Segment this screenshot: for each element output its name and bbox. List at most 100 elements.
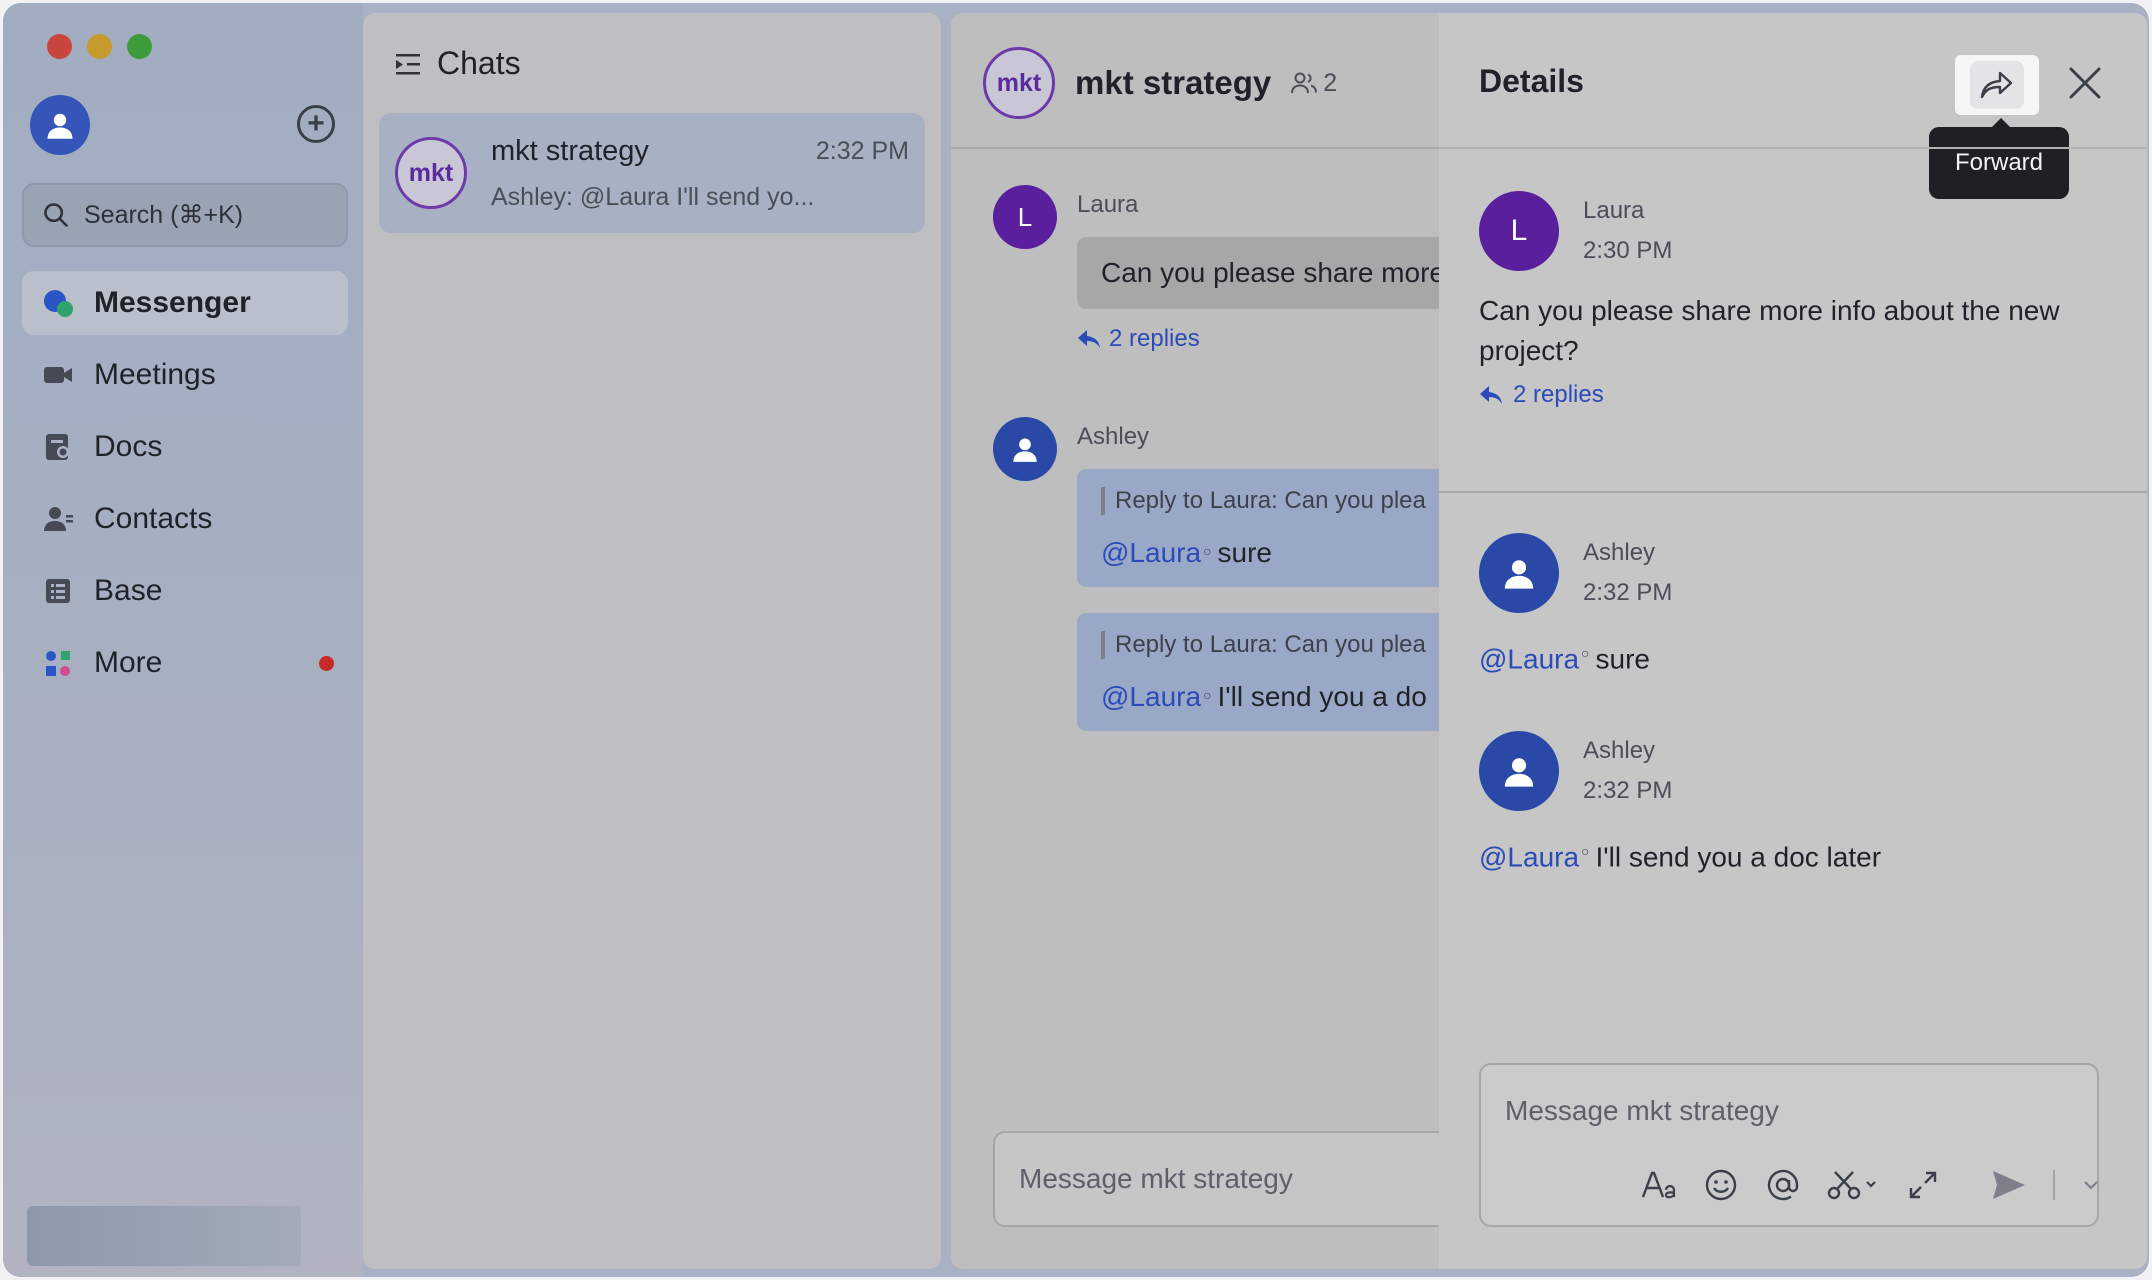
message-text: Can you please share more info about the…: [1479, 295, 2060, 366]
sidebar-item-label: Docs: [94, 430, 163, 463]
read-indicator: ○: [1203, 686, 1212, 703]
message-sender[interactable]: Ashley: [1583, 539, 1655, 567]
sidebar-item-messenger[interactable]: Messenger: [22, 271, 348, 335]
message-text: I'll send you a do: [1217, 681, 1427, 712]
window-minimize-button[interactable]: [87, 34, 112, 59]
notification-badge: [319, 655, 334, 671]
read-indicator: ○: [1581, 645, 1590, 661]
thread-replies-link[interactable]: 2 replies: [1479, 381, 1604, 409]
message-text: sure: [1595, 643, 1650, 675]
avatar[interactable]: [1479, 731, 1559, 811]
message-sender[interactable]: Laura: [1077, 191, 1138, 219]
user-avatar[interactable]: [30, 95, 90, 155]
read-indicator: ○: [1581, 843, 1590, 859]
person-icon: [1504, 560, 1534, 589]
mention[interactable]: @Laura: [1479, 643, 1579, 674]
message-sender[interactable]: Ashley: [1583, 737, 1655, 765]
avatar[interactable]: [1479, 533, 1559, 613]
member-count-value: 2: [1323, 68, 1338, 97]
contacts-icon: [42, 503, 74, 535]
details-panel: Details Forward L Laura 2:30 PM Can you …: [1439, 13, 2147, 1269]
reply-icon: [1480, 386, 1502, 404]
sidebar-item-label: Messenger: [94, 286, 251, 319]
chat-list-title: Chats: [437, 45, 521, 81]
group-avatar: mkt: [395, 137, 467, 209]
message-bubble[interactable]: Can you please share more: [1077, 237, 1469, 309]
person-icon: [1504, 758, 1534, 787]
send-separator: [2053, 1170, 2055, 1200]
window-zoom-button[interactable]: [127, 34, 152, 59]
search-icon: [44, 203, 68, 227]
sidebar-item-label: Base: [94, 574, 163, 607]
sidebar-item-label: Contacts: [94, 502, 213, 535]
app-window: + Search (⌘+K) Messenger Meetings Docs C…: [3, 3, 2149, 1277]
message-text: Can you please share more: [1101, 257, 1445, 288]
reply-text-line: @Laura ○ I'll send you a doc later: [1479, 831, 2099, 877]
search-box[interactable]: Search (⌘+K): [22, 183, 348, 247]
reply-icon: [1078, 330, 1100, 348]
search-placeholder: Search (⌘+K): [84, 201, 244, 229]
member-count[interactable]: 2: [1291, 69, 1337, 98]
forward-button[interactable]: [1955, 55, 2039, 115]
thread-divider: [1439, 491, 2147, 493]
sidebar-item-meetings[interactable]: Meetings: [22, 343, 348, 407]
sidebar: + Search (⌘+K) Messenger Meetings Docs C…: [3, 3, 363, 1277]
avatar[interactable]: L: [1479, 191, 1559, 271]
message-text: I'll send you a doc later: [1595, 841, 1882, 873]
window-close-button[interactable]: [47, 34, 72, 59]
video-camera-icon: [42, 359, 74, 391]
message-sender[interactable]: Laura: [1583, 197, 1644, 225]
expand-icon[interactable]: [1905, 1167, 1941, 1203]
blurred-profile-area: [27, 1206, 301, 1266]
person-icon: [1013, 438, 1037, 462]
message-input-placeholder: Message mkt strategy: [1019, 1163, 1293, 1194]
sidebar-item-docs[interactable]: Docs: [22, 415, 348, 479]
base-icon: [42, 575, 74, 607]
forward-button-inner: [1970, 61, 2024, 109]
collapse-list-icon[interactable]: [393, 49, 423, 79]
message-time: 2:32 PM: [1583, 777, 1673, 804]
avatar[interactable]: [993, 417, 1057, 481]
avatar[interactable]: L: [993, 185, 1057, 249]
message-text: sure: [1217, 537, 1272, 568]
more-apps-icon: [42, 647, 74, 679]
chat-name: mkt strategy: [491, 135, 649, 167]
scissors-icon[interactable]: [1827, 1167, 1879, 1203]
thread-replies-link[interactable]: 2 replies: [1077, 325, 1200, 353]
chat-list-header: Chats: [393, 45, 521, 82]
forward-icon: [1980, 71, 2013, 99]
sidebar-item-label: Meetings: [94, 358, 216, 391]
replies-count: 2 replies: [1513, 381, 1604, 408]
message-time: 2:32 PM: [1583, 579, 1673, 606]
text-format-icon[interactable]: [1641, 1167, 1677, 1203]
message-time: 2:30 PM: [1583, 237, 1673, 264]
thread-message-input[interactable]: Message mkt strategy: [1479, 1063, 2099, 1227]
chat-list-item[interactable]: mkt mkt strategy 2:32 PM Ashley: @Laura …: [379, 113, 925, 233]
message-sender[interactable]: Ashley: [1077, 423, 1149, 451]
mention[interactable]: @Laura: [1479, 841, 1579, 872]
mention-icon[interactable]: [1765, 1167, 1801, 1203]
close-icon[interactable]: [2065, 63, 2105, 103]
conversation-header: mkt mkt strategy 2: [983, 47, 1337, 119]
add-button[interactable]: +: [297, 105, 335, 143]
sidebar-item-contacts[interactable]: Contacts: [22, 487, 348, 551]
messenger-icon: [42, 287, 74, 319]
group-avatar[interactable]: mkt: [983, 47, 1055, 119]
conversation-title[interactable]: mkt strategy: [1075, 64, 1271, 102]
details-header-divider: [1439, 147, 2147, 149]
message-input-placeholder: Message mkt strategy: [1505, 1095, 1779, 1126]
sidebar-item-more[interactable]: More: [22, 631, 348, 695]
reply-text-line: @Laura ○ sure: [1479, 633, 2099, 679]
details-title: Details: [1479, 63, 1584, 99]
emoji-icon[interactable]: [1703, 1167, 1739, 1203]
chevron-down-icon[interactable]: [2081, 1167, 2101, 1203]
input-toolbar: [1641, 1167, 2101, 1203]
docs-icon: [42, 431, 74, 463]
replies-count: 2 replies: [1109, 325, 1200, 352]
members-icon: [1291, 72, 1318, 94]
sidebar-item-base[interactable]: Base: [22, 559, 348, 623]
mention[interactable]: @Laura: [1101, 681, 1201, 712]
send-icon[interactable]: [1991, 1167, 2027, 1203]
plus-icon: +: [307, 107, 325, 140]
mention[interactable]: @Laura: [1101, 537, 1201, 568]
